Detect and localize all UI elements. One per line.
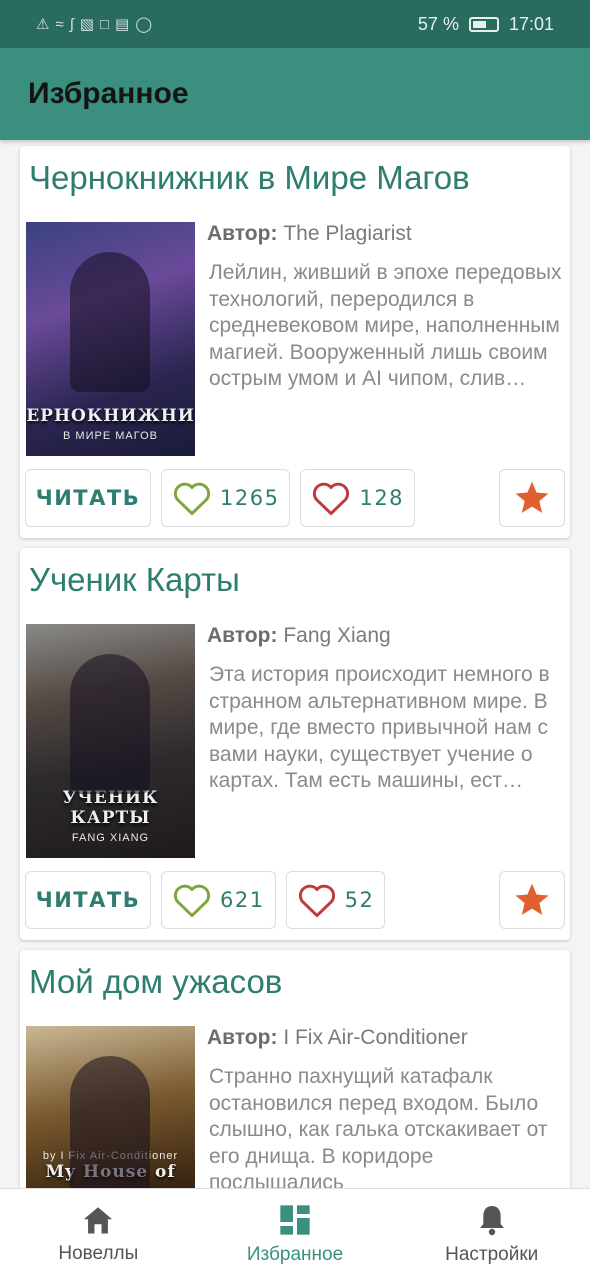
vibrate-icon: ▧ bbox=[79, 16, 94, 33]
nav-item-novels[interactable]: Новеллы bbox=[0, 1189, 197, 1280]
like-button[interactable]: 621 bbox=[161, 871, 276, 929]
nfc-icon: □ bbox=[99, 15, 110, 33]
star-icon bbox=[515, 481, 549, 513]
cover-figure bbox=[70, 1056, 150, 1188]
novel-title[interactable]: Ученик Карты bbox=[26, 558, 564, 610]
favorite-button[interactable] bbox=[499, 469, 565, 527]
like-button[interactable]: 1265 bbox=[161, 469, 291, 527]
status-bar: ⚠ ≈ ∫ ▧ □ ▤ ◯ 57 % 17:01 bbox=[0, 0, 590, 48]
heart-outline-icon bbox=[173, 884, 211, 918]
novel-card[interactable]: Чернокнижник в Мире Магов ЧЕРНОКНИЖНИК В… bbox=[20, 146, 570, 538]
novel-cover[interactable]: by I Fix Air-Conditioner My House of bbox=[26, 1026, 195, 1188]
clock: 17:01 bbox=[508, 13, 554, 34]
battery-percent: 57 % bbox=[417, 13, 459, 34]
author-label: Автор: bbox=[207, 222, 278, 245]
read-button[interactable]: ЧИТАТЬ bbox=[25, 871, 151, 929]
bottom-navigation: Новеллы Избранное Настройки bbox=[0, 1188, 590, 1280]
star-icon bbox=[515, 883, 549, 915]
favorite-button[interactable] bbox=[499, 871, 565, 929]
nav-label: Настройки bbox=[445, 1243, 539, 1265]
cover-subtitle: FANG XIANG bbox=[71, 832, 150, 844]
battery-icon bbox=[468, 16, 499, 32]
novel-description: Странно пахнущий катафалк остановился пе… bbox=[209, 1065, 548, 1188]
novel-cover[interactable]: УЧЕНИК КАРТЫ FANG XIANG bbox=[26, 624, 195, 858]
heart-outline-icon bbox=[173, 482, 211, 516]
author-name: The Plagiarist bbox=[283, 222, 412, 245]
novel-card[interactable]: Мой дом ужасов by I Fix Air-Conditioner … bbox=[20, 950, 570, 1188]
cover-title: ЧЕРНОКНИЖНИК bbox=[26, 406, 195, 426]
cover-title: УЧЕНИК КАРТЫ bbox=[62, 788, 159, 828]
like-count: 621 bbox=[220, 888, 265, 912]
nav-item-favorites[interactable]: Избранное bbox=[197, 1189, 394, 1280]
author-line: Автор: The Plagiarist bbox=[207, 222, 564, 246]
dislike-button[interactable]: 52 bbox=[285, 871, 386, 929]
cover-figure bbox=[70, 654, 150, 794]
page-title: Избранное bbox=[28, 77, 189, 110]
novel-description: Лейлин, живший в эпохе передовых техноло… bbox=[209, 261, 562, 390]
cover-figure bbox=[70, 252, 150, 392]
read-button[interactable]: ЧИТАТЬ bbox=[25, 469, 151, 527]
novel-title[interactable]: Чернокнижник в Мире Магов bbox=[26, 156, 564, 208]
nav-label: Новеллы bbox=[58, 1242, 139, 1264]
novel-cover[interactable]: ЧЕРНОКНИЖНИК В МИРЕ МАГОВ bbox=[26, 222, 195, 456]
author-name: I Fix Air-Conditioner bbox=[283, 1026, 468, 1049]
novel-title[interactable]: Мой дом ужасов bbox=[26, 960, 564, 1012]
app-bar: Избранное bbox=[0, 48, 590, 140]
wifi-icon: ≈ bbox=[55, 15, 64, 33]
dislike-button[interactable]: 128 bbox=[300, 469, 416, 527]
bell-icon bbox=[479, 1205, 504, 1235]
author-label: Автор: bbox=[207, 1026, 278, 1049]
alert-icon: ⚠ bbox=[36, 16, 50, 33]
author-line: Автор: Fang Xiang bbox=[207, 624, 564, 648]
dashboard-icon bbox=[280, 1204, 310, 1235]
bluetooth-icon: ∫ bbox=[69, 15, 74, 33]
author-name: Fang Xiang bbox=[283, 624, 391, 647]
heart-outline-icon bbox=[313, 482, 350, 516]
whatsapp-icon: ◯ bbox=[135, 16, 153, 33]
dislike-count: 52 bbox=[344, 888, 375, 912]
nav-label: Избранное bbox=[246, 1243, 344, 1265]
favorites-list[interactable]: Чернокнижник в Мире Магов ЧЕРНОКНИЖНИК В… bbox=[0, 140, 590, 1188]
novel-card[interactable]: Ученик Карты УЧЕНИК КАРТЫ FANG XIANG Авт… bbox=[20, 548, 570, 940]
author-label: Автор: bbox=[207, 624, 278, 647]
status-icons: ⚠ ≈ ∫ ▧ □ ▤ ◯ bbox=[36, 15, 153, 34]
dislike-count: 128 bbox=[359, 486, 405, 510]
nav-item-settings[interactable]: Настройки bbox=[393, 1189, 590, 1280]
home-icon bbox=[84, 1206, 113, 1233]
author-line: Автор: I Fix Air-Conditioner bbox=[207, 1026, 564, 1050]
like-count: 1265 bbox=[220, 486, 280, 510]
cover-subtitle: В МИРЕ МАГОВ bbox=[63, 430, 158, 442]
novel-description: Эта история происходит немного в странно… bbox=[209, 663, 550, 792]
heart-outline-icon bbox=[298, 884, 335, 918]
chat-icon: ▤ bbox=[115, 16, 130, 33]
